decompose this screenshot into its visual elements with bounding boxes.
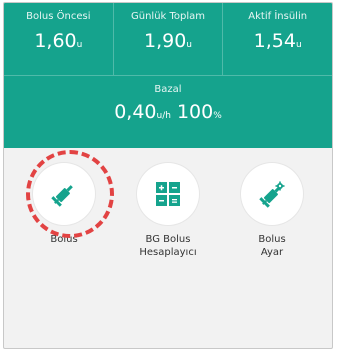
- stats-panel: Bolus Öncesi 1,60u Günlük Toplam 1,90u A…: [4, 3, 332, 148]
- stat-bolus-previous: Bolus Öncesi 1,60u: [4, 3, 114, 75]
- stat-value: 1,90u: [114, 30, 223, 52]
- stat-label: Bolus Öncesi: [26, 11, 91, 22]
- bolus-settings-label-line1: Bolus: [258, 234, 286, 245]
- stat-unit: u: [186, 40, 193, 50]
- basal-section: Bazal 0,40u/h 100%: [4, 76, 332, 123]
- actions-row: Bolus BG Bolus Hesaplayıcı Bolus Ayar: [4, 148, 332, 259]
- stat-unit: u: [295, 40, 302, 50]
- bolus-settings-button[interactable]: Bolus Ayar: [220, 163, 324, 259]
- basal-rate-unit: u/h: [156, 111, 171, 121]
- stat-label: Günlük Toplam: [130, 11, 206, 22]
- bolus-icon-circle[interactable]: [33, 163, 95, 225]
- calculator-label: BG Bolus Hesaplayıcı: [116, 233, 220, 259]
- bolus-button[interactable]: Bolus: [12, 150, 116, 259]
- syringe-icon: [51, 185, 73, 207]
- calculator-label-line1: BG Bolus: [145, 234, 191, 245]
- app-frame: Bolus Öncesi 1,60u Günlük Toplam 1,90u A…: [3, 2, 333, 349]
- basal-percent: 100: [176, 101, 214, 123]
- stat-number: 1,90: [143, 30, 187, 52]
- basal-rate: 0,40: [114, 101, 157, 123]
- stat-number: 1,60: [34, 30, 77, 52]
- bg-bolus-calculator-button[interactable]: BG Bolus Hesaplayıcı: [116, 163, 220, 259]
- bolus-label: Bolus: [50, 234, 78, 245]
- syringe-gear-icon: [259, 181, 285, 208]
- stat-daily-total: Günlük Toplam 1,90u: [114, 3, 224, 75]
- bolus-settings-icon-circle[interactable]: [241, 163, 303, 225]
- basal-percent-unit: %: [213, 111, 222, 121]
- basal-values: 0,40u/h 100%: [4, 101, 332, 123]
- stat-value: 1,54u: [223, 30, 332, 52]
- calculator-icon: [156, 182, 180, 206]
- stat-active-insulin: Aktif İnsülin 1,54u: [223, 3, 332, 75]
- bolus-settings-label-line2: Ayar: [260, 247, 284, 258]
- calculator-label-line2: Hesaplayıcı: [139, 247, 197, 258]
- stats-row: Bolus Öncesi 1,60u Günlük Toplam 1,90u A…: [4, 3, 332, 75]
- calculator-icon-circle[interactable]: [137, 163, 199, 225]
- bolus-settings-label: Bolus Ayar: [220, 233, 324, 259]
- stat-number: 1,54: [253, 30, 296, 52]
- stat-value: 1,60u: [4, 30, 113, 52]
- stat-unit: u: [76, 40, 83, 50]
- basal-label: Bazal: [154, 84, 182, 95]
- stat-label: Aktif İnsülin: [248, 11, 308, 22]
